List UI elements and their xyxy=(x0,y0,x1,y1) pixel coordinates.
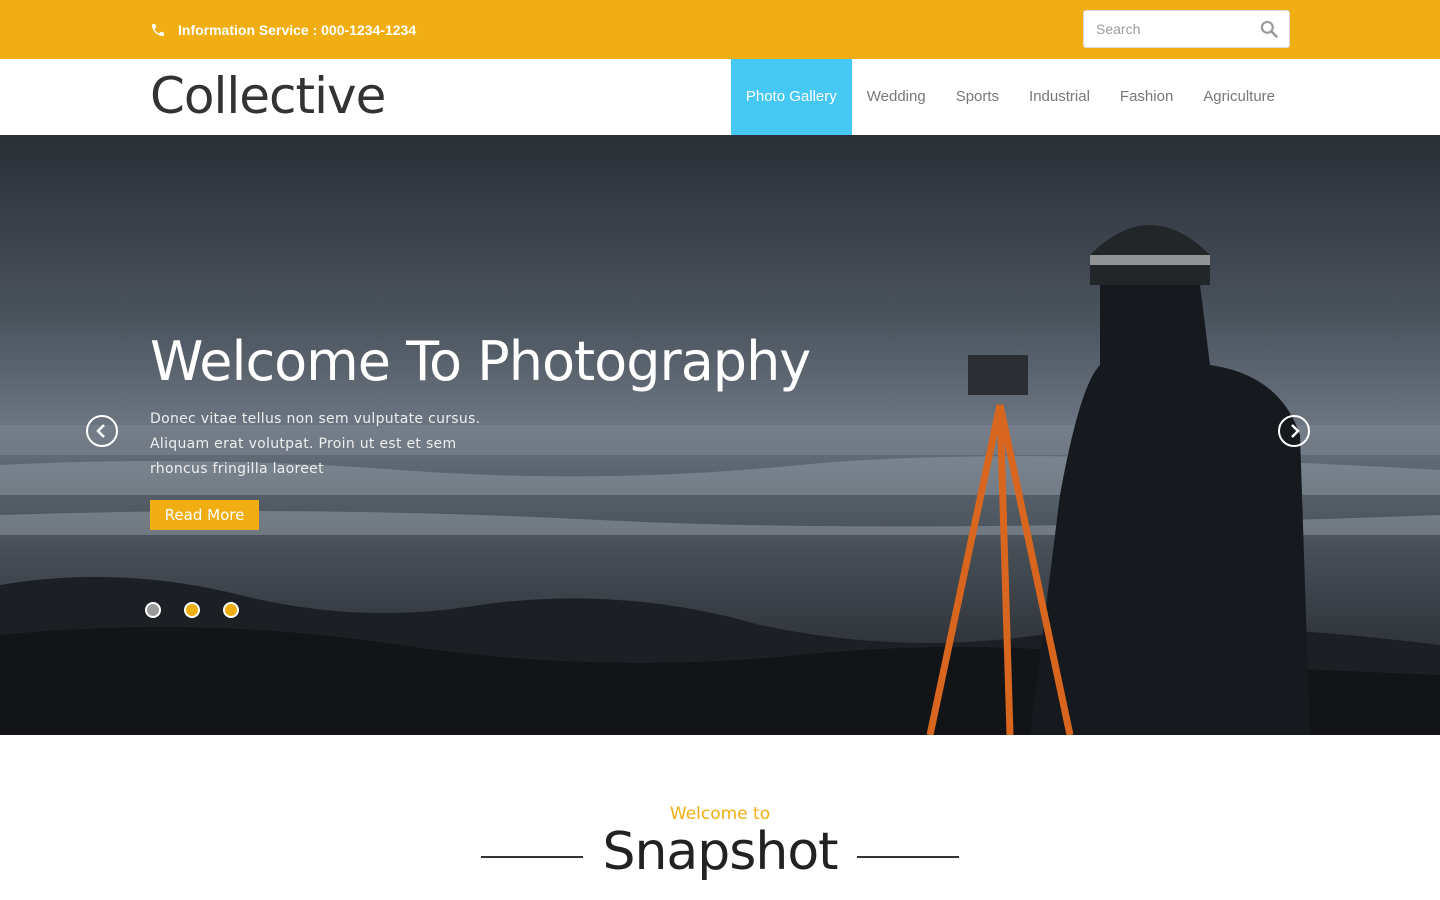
slider-pagination xyxy=(145,602,262,618)
main-nav: Photo Gallery Wedding Sports Industrial … xyxy=(730,59,1290,135)
nav-item-industrial[interactable]: Industrial xyxy=(1014,59,1105,135)
hero-description: Donec vitae tellus non sem vulputate cur… xyxy=(150,411,481,477)
hero-slider: Welcome To Photography Donec vitae tellu… xyxy=(0,135,1440,735)
nav-item-fashion[interactable]: Fashion xyxy=(1105,59,1188,135)
site-header: Collective Photo Gallery Wedding Sports … xyxy=(0,59,1440,135)
phone-icon xyxy=(152,24,164,36)
info-service-text: Information Service : 000-1234-1234 xyxy=(178,22,417,38)
slider-prev-button[interactable] xyxy=(86,415,118,447)
slider-next-button[interactable] xyxy=(1278,415,1310,447)
chevron-right-icon xyxy=(1291,424,1300,438)
chevron-left-icon xyxy=(96,424,105,438)
welcome-heading: Snapshot xyxy=(602,822,838,882)
slider-dot-1[interactable] xyxy=(145,602,161,618)
search-box[interactable] xyxy=(1083,10,1290,48)
hero-title: Welcome To Photography xyxy=(150,330,811,393)
search-input[interactable] xyxy=(1096,19,1256,39)
nav-item-sports[interactable]: Sports xyxy=(941,59,1014,135)
nav-item-wedding[interactable]: Wedding xyxy=(852,59,941,135)
heading-divider-right xyxy=(857,856,959,858)
info-service: Information Service : 000-1234-1234 xyxy=(150,20,416,40)
nav-item-photo-gallery[interactable]: Photo Gallery xyxy=(730,59,852,135)
slider-dot-2[interactable] xyxy=(184,602,200,618)
site-logo[interactable]: Collective xyxy=(150,67,386,125)
search-icon[interactable] xyxy=(1259,19,1279,39)
read-more-button[interactable]: Read More xyxy=(150,500,259,530)
welcome-subtitle: Welcome to xyxy=(669,804,771,824)
nav-item-agriculture[interactable]: Agriculture xyxy=(1188,59,1290,135)
top-info-bar: Information Service : 000-1234-1234 xyxy=(0,0,1440,59)
slider-dot-3[interactable] xyxy=(223,602,239,618)
